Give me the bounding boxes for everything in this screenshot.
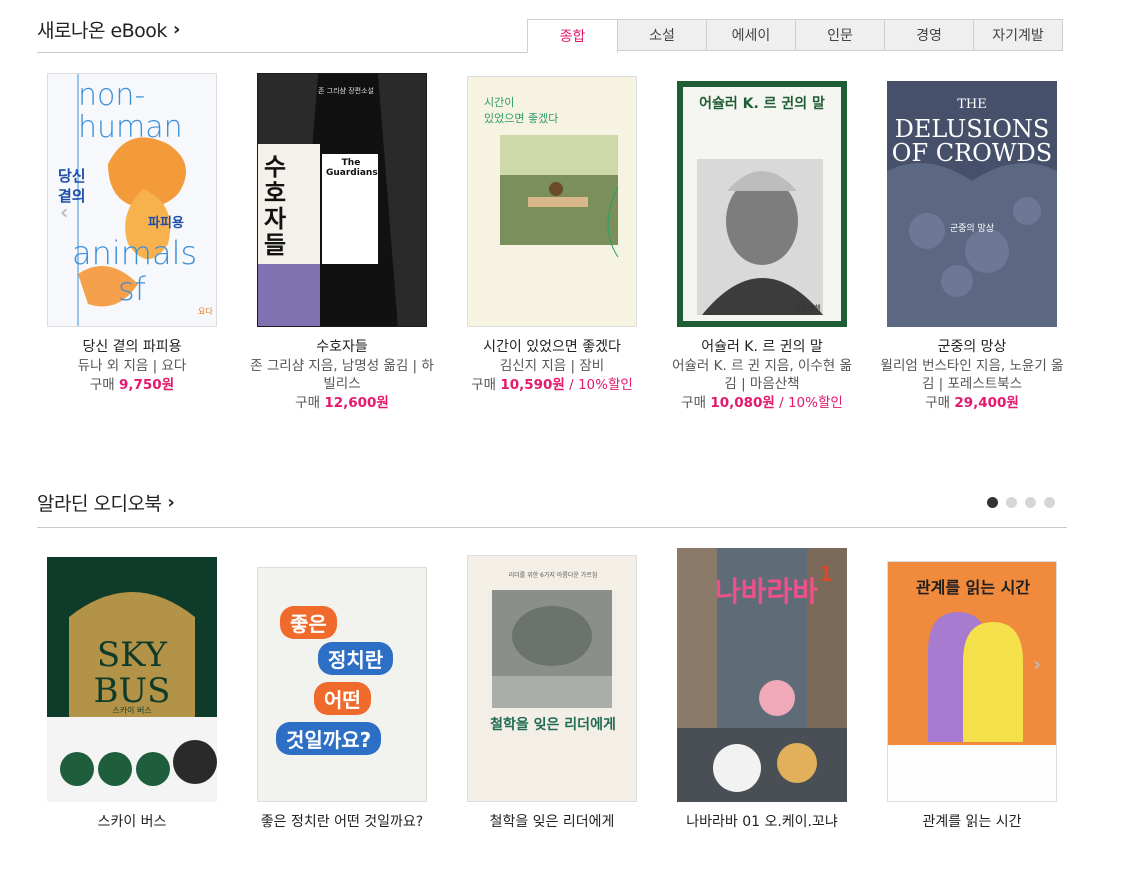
book-info-5: 군중의 망상 윌리엄 번스타인 지음, 노윤기 옮김 | 포레스트북스 구매 2… <box>877 338 1067 412</box>
book-author: 김신지 지음 | 잠비 <box>499 358 605 374</box>
carousel-pagination <box>987 497 1055 508</box>
cover-text-animals: animals <box>72 234 198 272</box>
audiobook-info-4: 나바라바 01 오.케이.꼬냐 <box>667 813 857 832</box>
pagination-dot-4[interactable] <box>1044 497 1055 508</box>
cover-title: 관계를 읽는 시간 <box>915 578 1031 597</box>
book-title[interactable]: 군중의 망상 <box>877 338 1067 356</box>
cover-word-1: 좋은 <box>280 606 337 639</box>
book-price: 구매 9,750원 <box>89 377 175 393</box>
cover-word-4: 것일까요? <box>276 722 382 755</box>
book-price: 구매 10,080원 / 10%할인 <box>681 395 843 411</box>
tab-all[interactable]: 종합 <box>527 19 618 53</box>
chevron-right-icon: › <box>167 491 175 513</box>
book-price: 구매 29,400원 <box>925 395 1019 411</box>
book-title[interactable]: 당신 곁의 파피용 <box>37 338 227 356</box>
cover-series: 존 그리샴 장편소설 <box>318 87 374 95</box>
cover-title: 수호자들 <box>264 153 287 259</box>
tab-business[interactable]: 경영 <box>885 19 974 51</box>
audiobook-cover-4[interactable]: 나바라바 1 <box>677 548 847 802</box>
book-author: 윌리엄 번스타인 지음, 노윤기 옮김 | 포레스트북스 <box>880 358 1064 392</box>
book-author: 듀나 외 지음 | 요다 <box>77 358 187 374</box>
pagination-dot-2[interactable] <box>1006 497 1017 508</box>
book-title[interactable]: 시간이 있었으면 좋겠다 <box>457 338 647 356</box>
audiobook-info-3: 철학을 잊은 리더에게 <box>457 813 647 832</box>
cover-title: 나바라바 <box>715 575 819 608</box>
book-cover-1[interactable]: non-human 당신 곁의 파피용 animals sf 요다 <box>47 73 217 327</box>
chevron-left-icon[interactable]: ‹ <box>60 200 68 224</box>
book-price: 구매 12,600원 <box>295 395 389 411</box>
book-cover-2[interactable]: 존 그리샴 장편소설 수호자들 The Guardians <box>257 73 427 327</box>
ebook-section-title-text: 새로나온 eBook <box>37 20 167 42</box>
audiobook-title[interactable]: 좋은 정치란 어떤 것일까요? <box>257 813 427 831</box>
book-price: 구매 10,590원 / 10%할인 <box>471 377 633 393</box>
audiobook-title[interactable]: 스카이 버스 <box>37 813 227 831</box>
cover-title-en: THE DELUSIONS OF CROWDS <box>891 97 1053 167</box>
book-cover-4[interactable]: 어슐러 K. 르 귄의 말 마음산책 <box>677 81 847 327</box>
tab-essay[interactable]: 에세이 <box>707 19 796 51</box>
audiobook-title[interactable]: 철학을 잊은 리더에게 <box>457 813 647 831</box>
audiobook-cover-5[interactable]: 관계를 읽는 시간 <box>887 561 1057 802</box>
cover-title: 시간이 있었으면 좋겠다 <box>484 96 559 125</box>
pagination-dot-1[interactable] <box>987 497 998 508</box>
book-cover-5[interactable]: THE DELUSIONS OF CROWDS 군중의 망상 <box>887 81 1057 327</box>
cover-title-en: The Guardians <box>326 158 378 178</box>
book-info-1: 당신 곁의 파피용 듀나 외 지음 | 요다 구매 9,750원 <box>37 338 227 394</box>
tab-self-help[interactable]: 자기계발 <box>974 19 1063 51</box>
cover-subtitle: 파피용 <box>148 216 184 231</box>
cover-volume: 1 <box>819 562 833 586</box>
cover-title: 어슐러 K. 르 귄의 말 <box>699 96 825 112</box>
publisher-logo: 요다 <box>198 307 213 316</box>
audiobook-cover-2[interactable]: 좋은 정치란 어떤 것일까요? <box>257 567 427 802</box>
book-author: 존 그리샴 지음, 남명성 옮김 | 하빌리스 <box>250 358 434 392</box>
tab-fiction[interactable]: 소설 <box>618 19 707 51</box>
audiobook-section-title-text: 알라딘 오디오북 <box>37 493 162 515</box>
cover-word-2: 정치란 <box>318 642 394 675</box>
book-info-4: 어슐러 K. 르 귄의 말 어슐러 K. 르 귄 지음, 이수현 옮김 | 마음… <box>667 338 857 412</box>
publisher-logo: 마음산책 <box>795 304 821 312</box>
pagination-dot-3[interactable] <box>1025 497 1036 508</box>
cover-word-3: 어떤 <box>314 682 371 715</box>
divider <box>37 527 1067 528</box>
cover-title-ko: 군중의 망상 <box>949 224 995 234</box>
cover-text-sf: sf <box>118 270 146 308</box>
ebook-category-tabs: 종합 소설 에세이 인문 경영 자기계발 <box>527 19 1063 53</box>
audiobook-info-2: 좋은 정치란 어떤 것일까요? <box>247 813 437 831</box>
chevron-right-icon: › <box>172 18 180 40</box>
book-info-3: 시간이 있었으면 좋겠다 김신지 지음 | 잠비 구매 10,590원 / 10… <box>457 338 647 394</box>
book-cover-3[interactable]: 시간이 있었으면 좋겠다 <box>467 76 637 327</box>
cover-text-nonhuman: non-human <box>78 78 183 145</box>
audiobook-info-1: 스카이 버스 <box>37 813 227 832</box>
book-title[interactable]: 수호자들 <box>247 338 437 356</box>
audiobook-cover-3[interactable]: 리더를 위한 6가지 아름다운 가르침 철학을 잊은 리더에게 <box>467 555 637 802</box>
tab-humanities[interactable]: 인문 <box>796 19 885 51</box>
chevron-right-icon[interactable]: › <box>1033 652 1041 676</box>
audiobook-cover-1[interactable]: SKY BUS 스카이 버스 <box>47 557 217 802</box>
audiobook-info-5: 관계를 읽는 시간 <box>877 813 1067 832</box>
book-info-2: 수호자들 존 그리샴 지음, 남명성 옮김 | 하빌리스 구매 12,600원 <box>247 338 437 412</box>
divider <box>37 52 527 53</box>
audiobook-title[interactable]: 관계를 읽는 시간 <box>877 813 1067 831</box>
book-title[interactable]: 어슐러 K. 르 귄의 말 <box>667 338 857 356</box>
book-author: 어슐러 K. 르 귄 지음, 이수현 옮김 | 마음산책 <box>672 358 852 392</box>
ebook-section-title[interactable]: 새로나온 eBook › <box>37 16 180 43</box>
cover-title: 철학을 잊은 리더에게 <box>490 717 616 733</box>
audiobook-section-title[interactable]: 알라딘 오디오북 › <box>37 489 175 516</box>
cover-series: 리더를 위한 6가지 아름다운 가르침 <box>508 572 598 579</box>
cover-subtitle: 스카이 버스 <box>112 706 152 715</box>
audiobook-title[interactable]: 나바라바 01 오.케이.꼬냐 <box>667 813 857 831</box>
cover-title: SKY BUS <box>93 635 171 711</box>
